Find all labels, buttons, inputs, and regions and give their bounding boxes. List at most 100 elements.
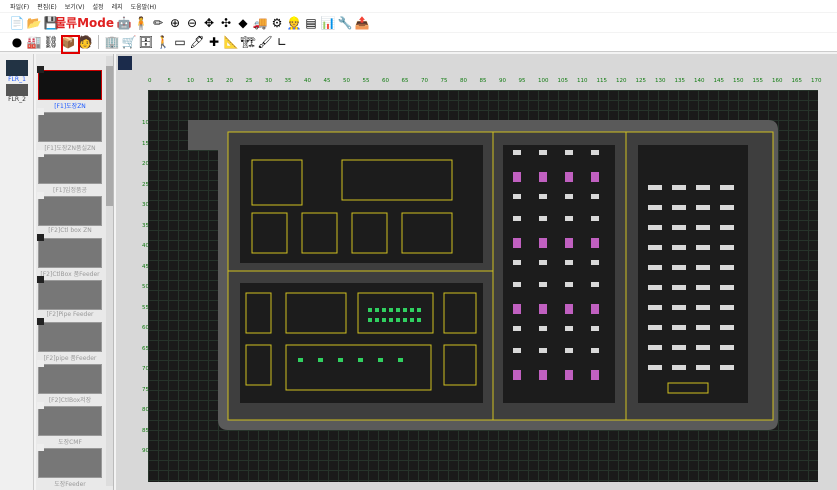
- brush-icon[interactable]: 🖌: [257, 35, 272, 49]
- thumbnail-item[interactable]: [F2]Pipe Feeder: [37, 276, 102, 318]
- equipment-marker: [513, 194, 521, 199]
- ruler-tick: 25: [245, 78, 253, 84]
- menu-item[interactable]: 파일(F): [10, 2, 29, 11]
- equipment-marker: [410, 318, 414, 322]
- cart-icon[interactable]: 🛒: [122, 35, 137, 49]
- thumbnail-item[interactable]: [F1]임정품공: [37, 150, 102, 194]
- layout-canvas[interactable]: 0 5 10 15 20 25 30 35 40 45 50 55 60 65 70 75 80 85 90 95 10…: [116, 54, 837, 490]
- thumbnail-item[interactable]: [F2]pipe 품Feeder: [37, 318, 102, 362]
- vehicle-icon[interactable]: 🚚: [253, 16, 268, 30]
- worker-icon[interactable]: 👷: [287, 16, 302, 30]
- equipment-marker: [539, 260, 547, 265]
- ruler-tick: 150: [733, 78, 744, 84]
- scrollbar-thumb[interactable]: [106, 66, 113, 206]
- thumbnail-item[interactable]: [F1]도장ZN품실ZN: [37, 108, 102, 152]
- equipment-marker: [513, 282, 521, 287]
- equipment-marker: [368, 318, 372, 322]
- equipment-marker: [565, 326, 573, 331]
- ruler-tick: 120: [616, 78, 627, 84]
- floor-label-1[interactable]: FLR_1: [5, 76, 29, 83]
- building-icon[interactable]: 🏢: [105, 35, 120, 49]
- equipment-marker: [591, 194, 599, 199]
- ruler-tick: 155: [752, 78, 764, 84]
- thumbnail-scrollbar[interactable]: [106, 56, 113, 486]
- machine-icon[interactable]: ⚙: [270, 16, 284, 30]
- equipment-marker: [382, 308, 386, 312]
- floor-icon-2[interactable]: [6, 84, 28, 96]
- thumbnail-item[interactable]: [F2]CtlBox저장: [37, 360, 102, 404]
- equipment-marker: [565, 216, 573, 221]
- thumbnail-label: 도장CMF: [58, 439, 82, 446]
- equipment-marker: [539, 238, 547, 248]
- menu-item[interactable]: 레지: [112, 2, 123, 11]
- equipment-marker: [403, 318, 407, 322]
- equipment-marker: [591, 238, 599, 248]
- export-icon[interactable]: 📤: [355, 16, 370, 30]
- select-icon[interactable]: ●: [10, 35, 24, 49]
- equipment-marker: [696, 245, 710, 250]
- floor-plan[interactable]: [148, 90, 818, 482]
- thumbnail-item[interactable]: [F2]CtlBox 품Feeder: [37, 234, 102, 278]
- axis-icon[interactable]: ∟: [275, 35, 289, 49]
- equipment-marker: [565, 260, 573, 265]
- line-icon[interactable]: ▭: [173, 35, 187, 49]
- shelf-icon[interactable]: 🗄: [138, 35, 153, 49]
- equipment-marker: [565, 194, 573, 199]
- zoom-in-icon[interactable]: ⊕: [168, 16, 182, 30]
- link-icon[interactable]: ⛓: [43, 35, 58, 49]
- new-file-icon[interactable]: 📄: [10, 16, 25, 30]
- equipment-marker: [696, 305, 710, 310]
- thumbnail-label: [F2]Ctl box ZN: [48, 227, 92, 234]
- thumbnail-label: [F2]CtlBox 품Feeder: [40, 271, 100, 278]
- conveyor-icon[interactable]: ▤: [304, 16, 318, 30]
- open-folder-icon[interactable]: 📂: [27, 16, 42, 30]
- tool-icon[interactable]: 🔧: [338, 16, 353, 30]
- equipment-marker: [696, 345, 710, 350]
- thumbnail-item[interactable]: [F1]도장ZN: [37, 66, 102, 110]
- menu-item[interactable]: 도움말(H): [131, 2, 157, 11]
- ruler-tick: 130: [655, 78, 666, 84]
- operator-icon[interactable]: 🧑: [78, 35, 93, 49]
- fit-icon[interactable]: ✣: [219, 16, 233, 30]
- cross-icon[interactable]: ✚: [207, 35, 221, 49]
- pen-icon[interactable]: 🖊: [189, 35, 204, 49]
- ruler-tick: 20: [226, 78, 233, 84]
- person-icon[interactable]: 🧍: [134, 16, 149, 30]
- equipment-marker: [403, 308, 407, 312]
- equipment-marker: [591, 326, 599, 331]
- equipment-marker: [672, 245, 686, 250]
- equipment-marker: [410, 308, 414, 312]
- ruler-tick: 115: [596, 78, 608, 84]
- zoom-out-icon[interactable]: ⊖: [185, 16, 199, 30]
- thumbnail-label: [F2]pipe 품Feeder: [43, 355, 97, 362]
- measure-icon[interactable]: 📐: [224, 35, 239, 49]
- factory-icon[interactable]: 🏭: [27, 35, 42, 49]
- edit-icon[interactable]: ✏: [151, 16, 165, 30]
- equipment-marker: [389, 318, 393, 322]
- toolbar-secondary: ● 🏭 ⛓ 📦 🧑 🏢 🛒 🗄 🚶 ▭ 🖊 ✚ 📐 🏗 🖌 ∟: [0, 33, 837, 52]
- crane-icon[interactable]: 🏗: [240, 35, 255, 49]
- chart-icon[interactable]: 📊: [321, 16, 336, 30]
- floor-icon-1[interactable]: [6, 60, 28, 76]
- thumbnail-item[interactable]: 도장Feeder: [37, 444, 102, 488]
- equipment-marker: [396, 308, 400, 312]
- equipment-marker: [539, 326, 547, 331]
- thumbnail-item[interactable]: [F2]Ctl box ZN: [37, 192, 102, 234]
- ruler-tick: 90: [499, 78, 506, 84]
- menu-item[interactable]: 보기(V): [65, 2, 85, 11]
- robot-icon[interactable]: 🤖: [117, 16, 132, 30]
- zone-block-a: [240, 145, 483, 263]
- equipment-marker: [648, 245, 662, 250]
- floor-label-2[interactable]: FLR_2: [5, 96, 29, 103]
- pan-icon[interactable]: ✥: [202, 16, 216, 30]
- menu-item[interactable]: 편집(E): [37, 2, 57, 11]
- toolbar-separator: [98, 35, 99, 49]
- layer-icon[interactable]: ◆: [236, 16, 250, 30]
- ruler-tick: 55: [362, 78, 370, 84]
- thumbnail-item[interactable]: 도장CMF: [37, 402, 102, 446]
- menu-item[interactable]: 설정: [93, 2, 104, 11]
- equipment-marker: [591, 150, 599, 155]
- equipment-marker: [539, 216, 547, 221]
- staff-icon[interactable]: 🚶: [156, 35, 171, 49]
- equipment-marker: [672, 225, 686, 230]
